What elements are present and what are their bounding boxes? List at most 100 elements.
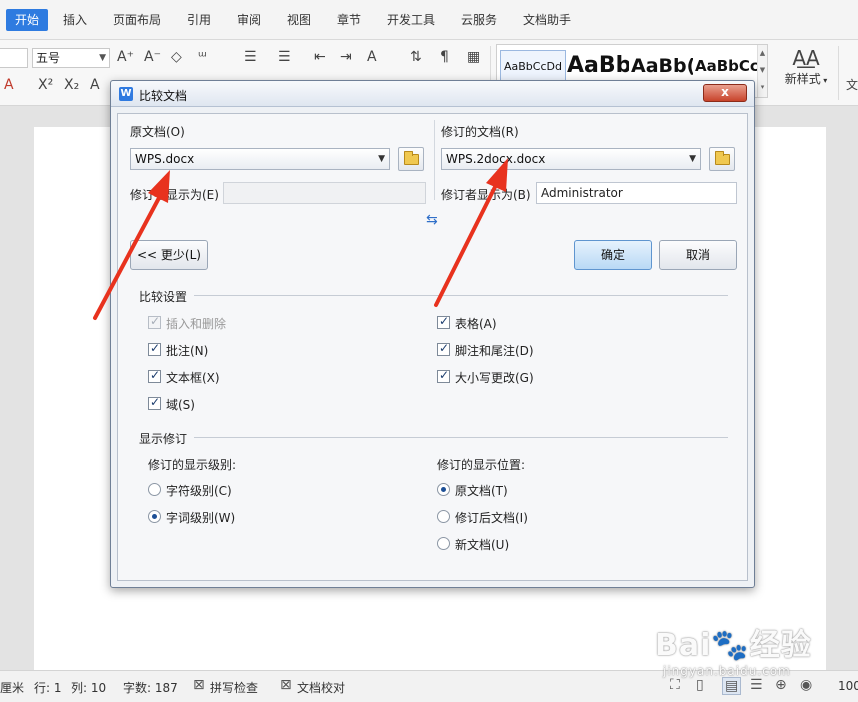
status-word-count[interactable]: 字数: 187 [123, 679, 178, 696]
fields-label: 域(S) [166, 398, 195, 412]
revised-reviewer-field[interactable]: Administrator [536, 182, 737, 204]
footnotes-checkbox[interactable] [437, 341, 450, 356]
dialog-title-bar[interactable]: W 比较文档 x [111, 81, 754, 107]
wps-writer-icon: W [119, 87, 133, 101]
fullscreen-icon[interactable]: ⛶ [670, 677, 680, 693]
truncated-tool-label[interactable]: 文 [846, 76, 858, 94]
footnotes-label: 脚注和尾注(D) [455, 344, 534, 358]
character-level-radio[interactable] [148, 483, 161, 496]
sort-icon[interactable]: ⇅ [410, 48, 422, 66]
grow-font-icon[interactable]: A⁺ [117, 48, 134, 66]
tab-review[interactable]: 审阅 [237, 9, 261, 31]
watermark-url: jingyan.baidu.com [663, 664, 791, 678]
tab-developer[interactable]: 开发工具 [387, 9, 435, 31]
tab-chapter[interactable]: 章节 [337, 9, 361, 31]
browse-revised-button[interactable] [709, 147, 735, 171]
revised-reviewer-label: 修订者显示为(B) [441, 188, 531, 202]
status-column: 列: 10 [71, 681, 107, 695]
word-level-radio[interactable] [148, 510, 161, 523]
font-name-select[interactable] [0, 48, 28, 68]
tab-doc-assistant[interactable]: 文档助手 [523, 9, 571, 31]
chevron-down-icon: ▼ [378, 154, 385, 164]
tab-references[interactable]: 引用 [187, 9, 211, 31]
web-view-icon[interactable]: ⊕ [775, 677, 787, 693]
outline-view-icon[interactable]: ☰ [750, 677, 763, 693]
original-doc-select[interactable]: WPS.docx ▼ [130, 148, 390, 170]
watermark: Bai🐾经验 jingyan.baidu.com [655, 620, 812, 678]
folder-open-icon [404, 151, 419, 165]
dialog-title: 比较文档 [139, 89, 188, 103]
borders-icon[interactable]: ▦ [467, 48, 480, 66]
superscript-icon[interactable]: X² [38, 76, 53, 94]
comments-label: 批注(N) [166, 344, 209, 358]
tab-insert[interactable]: 插入 [63, 9, 87, 31]
gallery-scrollbar[interactable]: ▲ ▼ ▾ [757, 45, 767, 97]
case-changes-checkbox[interactable] [437, 368, 450, 383]
watermark-brand: Bai🐾经验 [655, 628, 812, 663]
new-style-button[interactable]: A͟A 新样式 ▾ [780, 46, 832, 87]
revised-doc-label: 修订的文档(R) [441, 125, 519, 139]
chevron-down-icon: ▼ [689, 154, 696, 164]
revised-doc-position-label: 修订后文档(I) [455, 511, 528, 525]
revised-doc-select[interactable]: WPS.2docx.docx ▼ [441, 148, 701, 170]
text-effect-icon[interactable]: A [90, 76, 100, 94]
shrink-font-icon[interactable]: A⁻ [144, 48, 161, 66]
status-line: 行: 1 [34, 681, 62, 695]
textbox-checkbox[interactable] [148, 368, 161, 383]
increase-indent-icon[interactable]: ⇥ [340, 48, 352, 66]
font-size-select[interactable]: 五号 ▼ [32, 48, 110, 68]
doc-proof-icon: ⊠ [280, 677, 292, 693]
tab-cloud-service[interactable]: 云服务 [461, 9, 497, 31]
revised-doc-radio[interactable] [437, 510, 450, 523]
comments-checkbox[interactable] [148, 341, 161, 356]
word-level-label: 字词级别(W) [166, 511, 236, 525]
original-reviewer-field[interactable] [223, 182, 426, 204]
reading-view-icon[interactable]: ▯ [696, 677, 704, 693]
page-view-icon[interactable]: ▤ [722, 677, 742, 695]
revised-doc-value: WPS.2docx.docx [446, 152, 546, 166]
dialog-body: 原文档(O) WPS.docx ▼ 修订者显示为(E) 修订的文档(R) WPS… [117, 113, 748, 581]
browse-original-button[interactable] [398, 147, 424, 171]
toolbar-divider [838, 46, 839, 100]
new-doc-position-label: 新文档(U) [455, 538, 510, 552]
pinyin-icon[interactable]: ᵚ [198, 48, 207, 66]
column-divider [434, 120, 435, 200]
tab-view[interactable]: 视图 [287, 9, 311, 31]
eye-protection-icon[interactable]: ◉ [800, 677, 812, 693]
zoom-level[interactable]: 100 [838, 679, 858, 693]
eraser-icon[interactable]: ◇ [171, 48, 182, 66]
folder-open-icon [715, 151, 730, 165]
numbered-list-icon[interactable]: ☰ [278, 48, 291, 66]
doc-proof-button[interactable]: 文档校对 [297, 679, 345, 696]
original-doc-radio[interactable] [437, 483, 450, 496]
less-options-button[interactable]: << 更少(L) [130, 240, 208, 270]
ribbon-tab-bar: 开始 插入 页面布局 引用 审阅 视图 章节 开发工具 云服务 文档助手 [0, 0, 858, 40]
tables-label: 表格(A) [455, 317, 497, 331]
chevron-down-icon: ▾ [820, 76, 828, 85]
text-direction-icon[interactable]: A [367, 48, 377, 66]
swap-documents-icon[interactable]: ⇆ [426, 212, 438, 228]
insert-delete-label: 插入和删除 [166, 317, 227, 331]
case-changes-label: 大小写更改(G) [455, 371, 534, 385]
new-doc-radio[interactable] [437, 537, 450, 550]
show-changes-title: 显示修订 [139, 432, 188, 446]
show-marks-icon[interactable]: ¶ [440, 48, 449, 66]
tab-page-layout[interactable]: 页面布局 [113, 9, 161, 31]
compare-documents-dialog: W 比较文档 x 原文档(O) WPS.docx ▼ 修订者显示为(E) 修订的… [110, 80, 755, 588]
font-size-value: 五号 [36, 51, 61, 65]
section-divider [194, 295, 728, 296]
subscript-icon[interactable]: X₂ [64, 76, 79, 94]
tables-checkbox[interactable] [437, 314, 450, 329]
fields-checkbox[interactable] [148, 395, 161, 410]
spell-check-button[interactable]: 拼写检查 [210, 679, 258, 696]
font-color-icon[interactable]: A [4, 76, 14, 94]
close-button[interactable]: x [703, 84, 747, 102]
tab-home[interactable]: 开始 [6, 9, 49, 31]
ok-button[interactable]: 确定 [574, 240, 652, 270]
insert-delete-checkbox[interactable] [148, 314, 161, 329]
bullet-list-icon[interactable]: ☰ [244, 48, 257, 66]
section-divider [194, 437, 728, 438]
textbox-label: 文本框(X) [166, 371, 220, 385]
cancel-button[interactable]: 取消 [659, 240, 737, 270]
decrease-indent-icon[interactable]: ⇤ [314, 48, 326, 66]
